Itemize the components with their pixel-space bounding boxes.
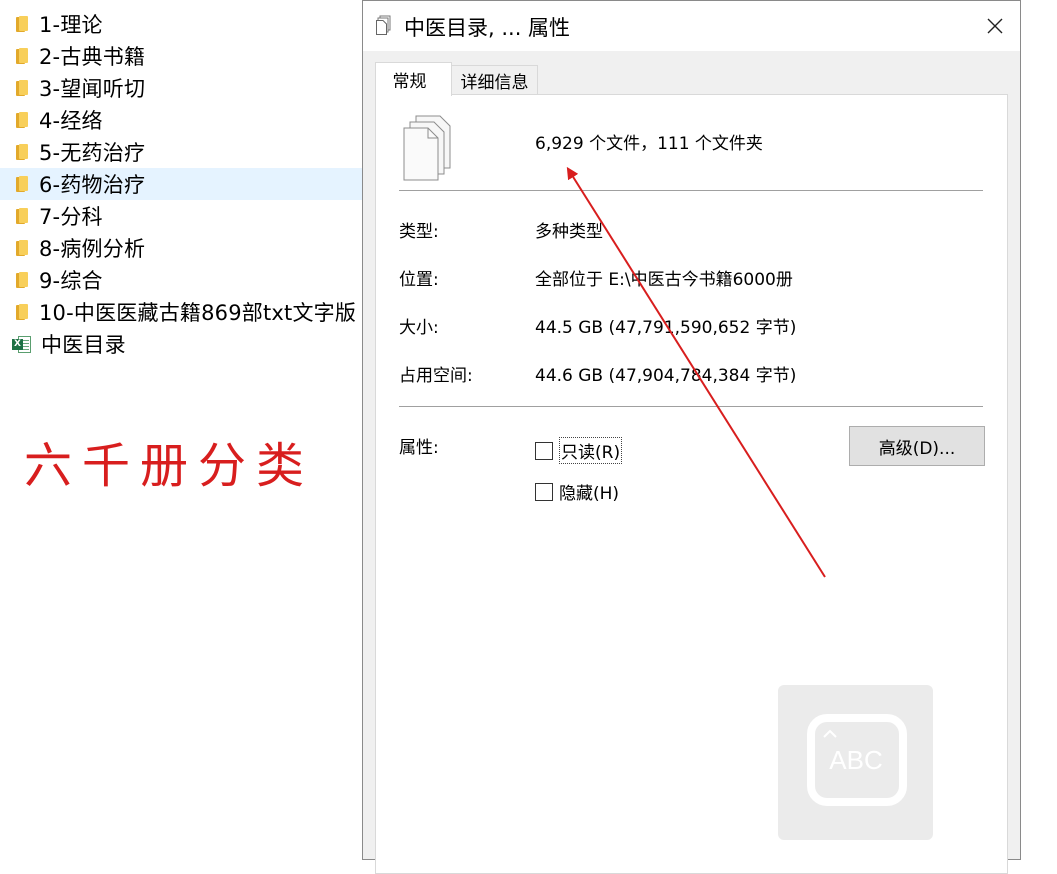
folder-label: 8-病例分析 [39,237,146,261]
folder-label: 6-药物治疗 [39,173,146,197]
folder-label: 9-综合 [39,269,103,293]
type-value: 多种类型 [535,222,603,242]
folder-item[interactable]: 1-理论 [0,8,362,40]
hidden-checkbox-row[interactable]: 隐藏(H) [535,479,619,504]
folder-icon [14,207,30,225]
annotation-text: 六千册分类 [24,438,315,494]
close-button[interactable] [970,1,1020,51]
folder-item[interactable]: 3-望闻听切 [0,72,362,104]
folder-icon [14,111,30,129]
folder-icon [14,303,30,321]
folder-item[interactable]: 2-古典书籍 [0,40,362,72]
folder-label: 7-分科 [39,205,103,229]
divider [399,190,983,191]
folder-item[interactable]: 5-无药治疗 [0,136,362,168]
folder-item-selected[interactable]: 6-药物治疗 [0,168,362,200]
multiple-files-icon [403,115,451,181]
size-value: 44.5 GB (47,791,590,652 字节) [535,318,797,338]
folder-item[interactable]: 7-分科 [0,200,362,232]
document-stack-icon [376,15,391,35]
excel-file-icon: X [12,335,31,354]
watermark: ABC [778,685,933,840]
advanced-button[interactable]: 高级(D)... [849,426,985,466]
folder-item[interactable]: 10-中医医藏古籍869部txt文字版 [0,296,362,328]
location-label: 位置: [399,270,439,290]
folder-icon [14,239,30,257]
folder-item[interactable]: 4-经络 [0,104,362,136]
abc-watermark-icon: ABC [807,714,907,806]
readonly-checkbox-row[interactable]: 只读(R) [535,437,623,464]
folder-item[interactable]: 9-综合 [0,264,362,296]
divider [399,406,983,407]
folder-item[interactable]: 8-病例分析 [0,232,362,264]
watermark-text: ABC [829,745,882,775]
attributes-label: 属性: [399,438,439,458]
dialog-title: 中医目录, ... 属性 [404,16,571,40]
tab-general[interactable]: 常规 [375,62,452,96]
type-label: 类型: [399,222,439,242]
size-on-disk-label: 占用空间: [399,366,473,386]
folder-icon [14,143,30,161]
folder-label: 1-理论 [39,13,103,37]
folder-icon [14,15,30,33]
folder-label: 3-望闻听切 [39,77,146,101]
size-on-disk-value: 44.6 GB (47,904,784,384 字节) [535,366,797,386]
hidden-checkbox[interactable] [535,482,553,501]
file-label: 中医目录 [41,333,126,357]
folder-label: 10-中医医藏古籍869部txt文字版 [39,301,357,325]
folder-icon [14,47,30,65]
file-count-summary: 6,929 个文件，111 个文件夹 [535,134,763,154]
location-value: 全部位于 E:\中医古今书籍6000册 [535,270,793,290]
folder-label: 4-经络 [39,109,103,133]
folder-icon [14,175,30,193]
close-icon [987,18,1003,34]
readonly-label: 只读(R) [559,437,623,464]
title-bar[interactable]: 中医目录, ... 属性 [363,1,1020,51]
tab-details[interactable]: 详细信息 [452,65,538,94]
folder-icon [14,79,30,97]
readonly-checkbox[interactable] [535,441,553,460]
file-list: 1-理论 2-古典书籍 3-望闻听切 4-经络 5-无药治疗 6-药物治疗 7-… [0,8,362,360]
folder-icon [14,271,30,289]
folder-label: 2-古典书籍 [39,45,146,69]
size-label: 大小: [399,318,439,338]
hidden-label: 隐藏(H) [559,484,620,504]
folder-label: 5-无药治疗 [39,141,146,165]
excel-file-item[interactable]: X 中医目录 [0,328,362,360]
